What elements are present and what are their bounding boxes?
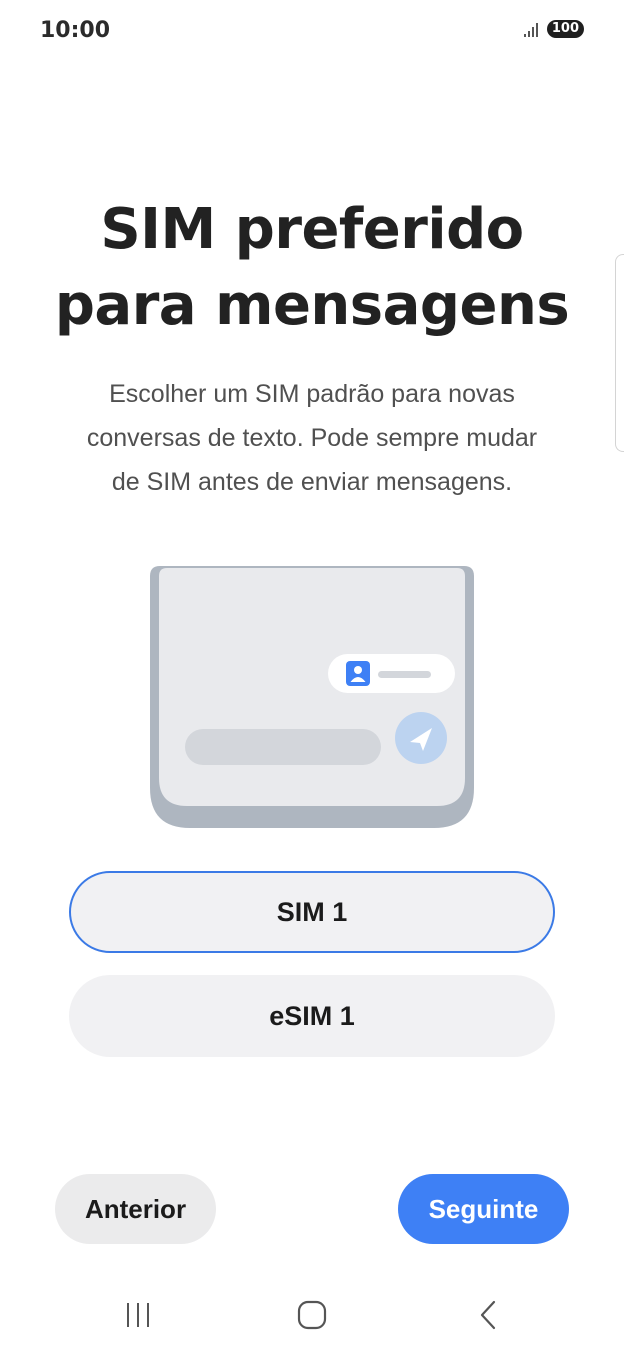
- previous-button[interactable]: Anterior: [55, 1174, 216, 1244]
- signal-bars-icon: [523, 23, 538, 37]
- page-title-line2: para mensagens: [54, 273, 570, 338]
- status-time: 10:00: [40, 18, 111, 43]
- page-title-line1: SIM preferido: [100, 197, 524, 262]
- back-icon: [480, 1300, 496, 1330]
- home-icon: [297, 1300, 327, 1330]
- page-description: Escolher um SIM padrão para novas conver…: [86, 380, 538, 496]
- home-button[interactable]: [282, 1290, 342, 1340]
- back-button[interactable]: [458, 1290, 518, 1340]
- screen: 10:00 100 SIM preferido para mensagens E…: [0, 0, 624, 1354]
- messaging-illustration: [150, 566, 474, 828]
- next-button[interactable]: Seguinte: [398, 1174, 569, 1244]
- recents-button[interactable]: [108, 1290, 168, 1340]
- status-indicators: 100: [523, 20, 584, 38]
- navigation-bar: [0, 1280, 624, 1350]
- battery-level: 100: [546, 20, 584, 38]
- sim-option-sim1[interactable]: SIM 1: [69, 871, 555, 953]
- sim-option-esim1[interactable]: eSIM 1: [69, 975, 555, 1057]
- recents-icon: [127, 1303, 149, 1327]
- page-title: SIM preferido para mensagens: [0, 192, 624, 344]
- send-icon: [395, 712, 447, 764]
- contact-icon: [346, 661, 370, 686]
